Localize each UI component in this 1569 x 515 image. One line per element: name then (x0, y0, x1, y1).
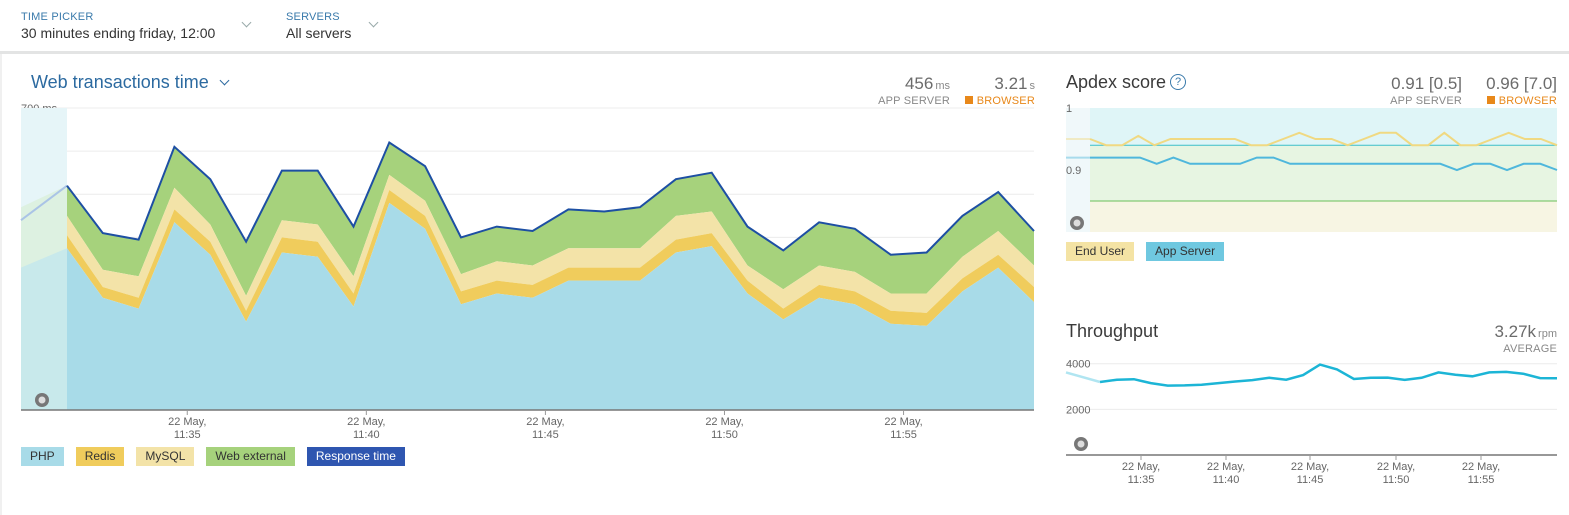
x-tick-label: 11:35 (174, 429, 201, 441)
web-legend-web-external[interactable]: Web external (206, 447, 295, 466)
x-tick-label: 22 May, (1462, 461, 1500, 473)
x-tick-label: 11:55 (1468, 474, 1495, 486)
servers-value: All servers (286, 25, 352, 41)
apdex-legend-end-user[interactable]: End User (1066, 242, 1135, 261)
throughput-value: 3.27k (1494, 322, 1537, 341)
app-server-value: 456 (904, 74, 934, 93)
servers-picker[interactable]: SERVERS All servers (286, 11, 379, 41)
apdex-browser-value: 0.96 [7.0] (1486, 74, 1557, 93)
x-tick-label: 22 May, (347, 416, 385, 428)
x-tick-label: 22 May, (526, 416, 564, 428)
x-tick-label: 11:50 (1383, 474, 1410, 486)
browser-unit: s (1029, 80, 1036, 92)
throughput-unit: rpm (1538, 328, 1557, 340)
browser-value: 3.21 (994, 74, 1028, 93)
x-tick-label: 11:45 (1297, 474, 1324, 486)
apdex-chart[interactable]: 10.9 (1060, 98, 1560, 238)
band-good (1090, 145, 1557, 201)
y-tick-label: 1 (1066, 103, 1072, 115)
x-tick-label: 11:35 (1128, 474, 1155, 486)
apdex-title-text: Apdex score (1066, 72, 1167, 92)
range-handle-icon (38, 396, 46, 404)
time-picker-value: 30 minutes ending friday, 12:00 (21, 25, 216, 41)
apdex-app-server-value: 0.91 [0.5] (1391, 74, 1462, 93)
web-legend-redis[interactable]: Redis (75, 447, 125, 466)
web-legend-mysql[interactable]: MySQL (136, 447, 195, 466)
x-tick-label: 22 May, (1207, 461, 1245, 473)
web-legend-php[interactable]: PHP (21, 447, 64, 466)
faded-stack (21, 248, 67, 410)
time-picker-label: TIME PICKER (21, 11, 94, 23)
range-handle-icon (1077, 440, 1085, 448)
x-tick-label: 22 May, (1291, 461, 1329, 473)
app-server-unit: ms (935, 80, 950, 92)
y-tick-label: 4000 (1066, 359, 1090, 371)
x-tick-label: 22 May, (1122, 461, 1160, 473)
x-tick-label: 22 May, (705, 416, 743, 428)
x-tick-label: 11:40 (1213, 474, 1240, 486)
apdex-legend: End User App Server (1066, 242, 1225, 261)
x-tick-label: 11:45 (532, 429, 559, 441)
x-tick-label: 11:55 (890, 429, 917, 441)
time-picker[interactable]: TIME PICKER 30 minutes ending friday, 12… (21, 11, 252, 41)
servers-label: SERVERS (286, 11, 340, 23)
x-tick-label: 11:40 (353, 429, 380, 441)
band-fair (1090, 201, 1557, 232)
throughput-chart[interactable]: 4000200022 May,11:3522 May,11:4022 May,1… (1060, 345, 1560, 495)
filter-bar: TIME PICKER 30 minutes ending friday, 12… (0, 0, 1569, 54)
web-transactions-title-text: Web transactions time (31, 72, 209, 92)
faded-line (1065, 371, 1101, 384)
x-tick-label: 11:50 (711, 429, 738, 441)
web-legend-response-time[interactable]: Response time (306, 447, 405, 466)
web-transactions-title[interactable]: Web transactions time (31, 72, 230, 93)
throughput-title: Throughput (1066, 321, 1159, 341)
web-transactions-legend: PHP Redis MySQL Web external Response time (21, 447, 405, 466)
chevron-down-icon (368, 17, 379, 28)
x-tick-label: 22 May, (1377, 461, 1415, 473)
throughput-line (1099, 363, 1558, 387)
help-icon[interactable]: ? (1170, 74, 1187, 90)
apdex-legend-app-server[interactable]: App Server (1146, 242, 1225, 261)
x-tick-label: 22 May, (168, 416, 206, 428)
chevron-down-icon (241, 17, 252, 28)
web-transactions-chart[interactable]: 100 ms200 ms300 ms400 ms500 ms600 ms700 … (0, 95, 1040, 445)
chevron-down-icon (219, 75, 230, 86)
y-tick-label: 0.9 (1066, 165, 1081, 177)
range-handle-icon (1073, 219, 1081, 227)
apdex-title: Apdex score? (1066, 72, 1187, 93)
y-tick-label: 2000 (1066, 404, 1090, 416)
x-tick-label: 22 May, (884, 416, 922, 428)
